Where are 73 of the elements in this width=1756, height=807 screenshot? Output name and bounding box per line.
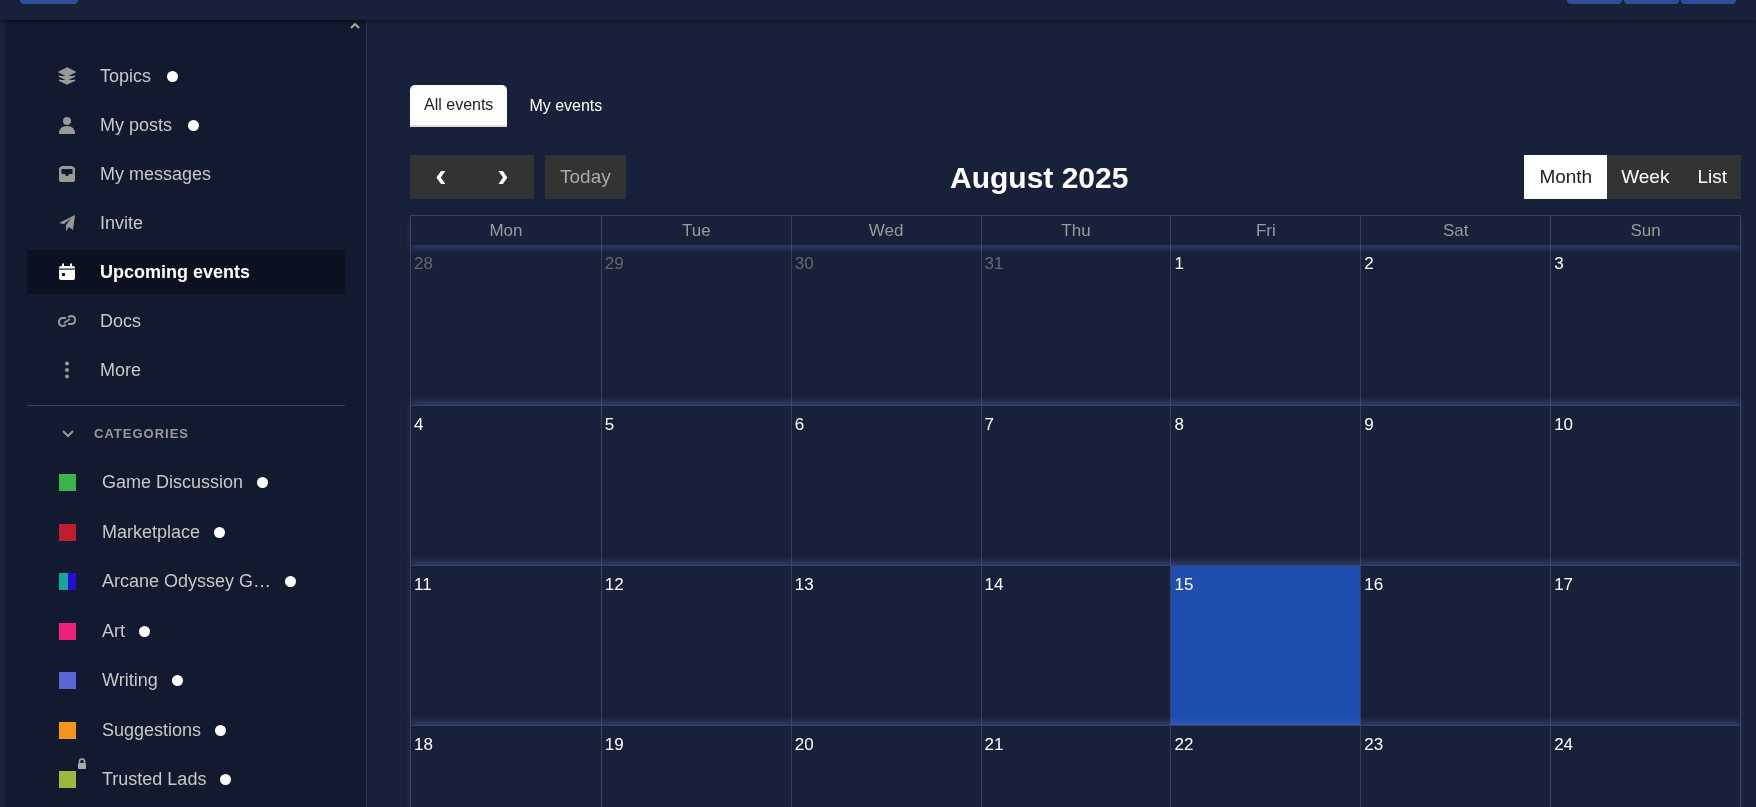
day-cell[interactable]: 1	[1170, 245, 1361, 405]
view-button[interactable]: Month	[1524, 155, 1608, 199]
day-cell[interactable]: 2	[1360, 245, 1551, 405]
day-cell[interactable]: 12	[600, 566, 791, 725]
category-link[interactable]: Game Discussion	[102, 469, 244, 497]
category-link[interactable]: Writing	[102, 667, 158, 695]
previous-button[interactable]: ‹	[410, 155, 472, 199]
weekday-header: Mon	[488, 219, 524, 242]
category-link[interactable]: Art	[102, 617, 125, 645]
category-swatch	[59, 622, 76, 640]
day-cell[interactable]: 17	[1550, 566, 1740, 725]
day-cell[interactable]: 19	[600, 726, 791, 807]
header-button[interactable]	[1624, 0, 1679, 4]
category-swatch	[59, 721, 76, 739]
scroll-up-icon[interactable]	[350, 22, 360, 29]
day-cell[interactable]: 8	[1170, 406, 1361, 565]
header-button[interactable]	[1681, 0, 1736, 4]
paper-plane-icon	[58, 214, 76, 232]
weekday-header: Sun	[1550, 216, 1740, 245]
user-icon	[58, 116, 76, 134]
sidebar-item[interactable]: More	[27, 348, 345, 392]
day-cell[interactable]: 23	[1360, 726, 1551, 807]
sidebar-item[interactable]: Docs	[27, 299, 345, 343]
month-title: August 2025	[950, 159, 1129, 196]
header-button[interactable]	[1567, 0, 1622, 4]
tab[interactable]: All events	[410, 85, 508, 127]
weekday-header: Sat	[1360, 216, 1551, 245]
sidebar-item[interactable]: My messages	[27, 152, 345, 196]
day-cell[interactable]: 20	[790, 726, 981, 807]
category-swatch	[59, 573, 76, 591]
weekday-header: Wed	[790, 216, 981, 245]
day-cell[interactable]: 22	[1170, 726, 1361, 807]
category-swatch	[59, 672, 76, 690]
category-link[interactable]: Trusted Lads	[102, 766, 207, 794]
today-button[interactable]: Today	[545, 155, 626, 199]
day-cell[interactable]: 13	[790, 566, 981, 725]
day-cell[interactable]: 18	[411, 726, 601, 807]
day-cell[interactable]: 16	[1360, 566, 1551, 725]
category-link[interactable]: Marketplace	[102, 518, 201, 546]
category-swatch	[59, 523, 76, 541]
weekday-header: Fri	[1170, 216, 1361, 245]
next-button[interactable]: ›	[472, 155, 534, 199]
category-link[interactable]: Suggestions	[102, 716, 202, 744]
day-cell[interactable]: 4	[411, 406, 601, 565]
header-button[interactable]	[20, 0, 78, 4]
sidebar-item[interactable]: Topics	[27, 54, 345, 98]
day-cell[interactable]: 6	[790, 406, 981, 565]
view-button[interactable]: List	[1683, 155, 1741, 199]
day-cell[interactable]: 24	[1550, 726, 1740, 807]
calendar-icon	[58, 263, 76, 281]
day-cell[interactable]: 3	[1550, 245, 1740, 405]
day-cell[interactable]: 11	[411, 566, 601, 725]
sidebar-item[interactable]: My posts	[27, 103, 345, 147]
day-cell[interactable]: 9	[1360, 406, 1551, 565]
view-button[interactable]: Week	[1607, 155, 1684, 199]
weekday-header: Thu	[980, 216, 1171, 245]
link-icon	[58, 312, 76, 330]
day-cell[interactable]: 10	[1550, 406, 1740, 565]
inbox-icon	[58, 165, 76, 183]
more-icon	[65, 361, 69, 379]
layers-icon	[58, 67, 76, 85]
chevron-icon[interactable]	[62, 430, 74, 438]
sidebar-item[interactable]: Upcoming events	[27, 250, 345, 294]
tab[interactable]: My events	[515, 85, 617, 127]
weekday-header: Tue	[600, 216, 791, 245]
day-cell[interactable]: 21	[980, 726, 1171, 807]
category-link[interactable]: Arcane Odyssey G…	[102, 568, 272, 596]
day-cell[interactable]: 7	[980, 406, 1171, 565]
day-cell[interactable]: 15	[1170, 566, 1361, 725]
section-heading[interactable]: CATEGORIES	[94, 424, 189, 444]
day-cell[interactable]: 5	[600, 406, 791, 565]
sidebar-item[interactable]: Invite	[27, 201, 345, 245]
category-swatch	[59, 474, 76, 492]
